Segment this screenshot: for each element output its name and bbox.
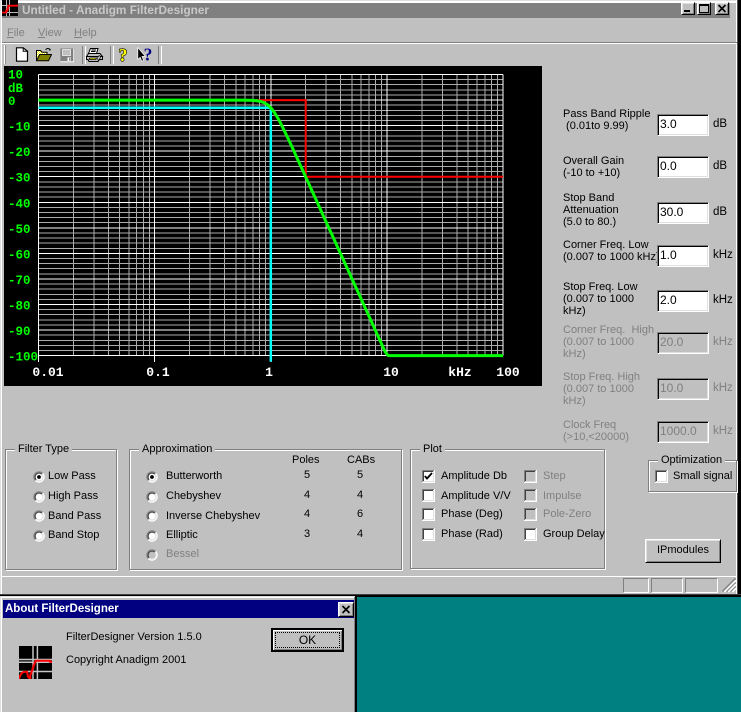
svg-text:-70: -70 xyxy=(8,274,31,288)
svg-text:?: ? xyxy=(119,47,128,63)
svg-text:?: ? xyxy=(144,47,153,63)
svg-text:10: 10 xyxy=(383,365,399,380)
svg-text:100: 100 xyxy=(496,365,520,380)
svg-text:-90: -90 xyxy=(8,325,31,339)
svg-text:-40: -40 xyxy=(8,197,31,211)
svg-text:10: 10 xyxy=(8,69,23,83)
svg-text:-60: -60 xyxy=(8,248,31,262)
svg-text:0.01: 0.01 xyxy=(32,365,63,380)
svg-text:-30: -30 xyxy=(8,172,31,186)
svg-text:-50: -50 xyxy=(8,223,31,237)
svg-text:-20: -20 xyxy=(8,146,31,160)
svg-text:0.1: 0.1 xyxy=(146,365,170,380)
svg-text:dB: dB xyxy=(8,82,24,96)
svg-text:kHz: kHz xyxy=(448,365,471,380)
svg-text:0: 0 xyxy=(8,95,16,109)
svg-text:-10: -10 xyxy=(8,121,31,135)
svg-text:1: 1 xyxy=(265,365,273,380)
svg-text:-100: -100 xyxy=(8,351,38,365)
svg-text:-80: -80 xyxy=(8,300,31,314)
